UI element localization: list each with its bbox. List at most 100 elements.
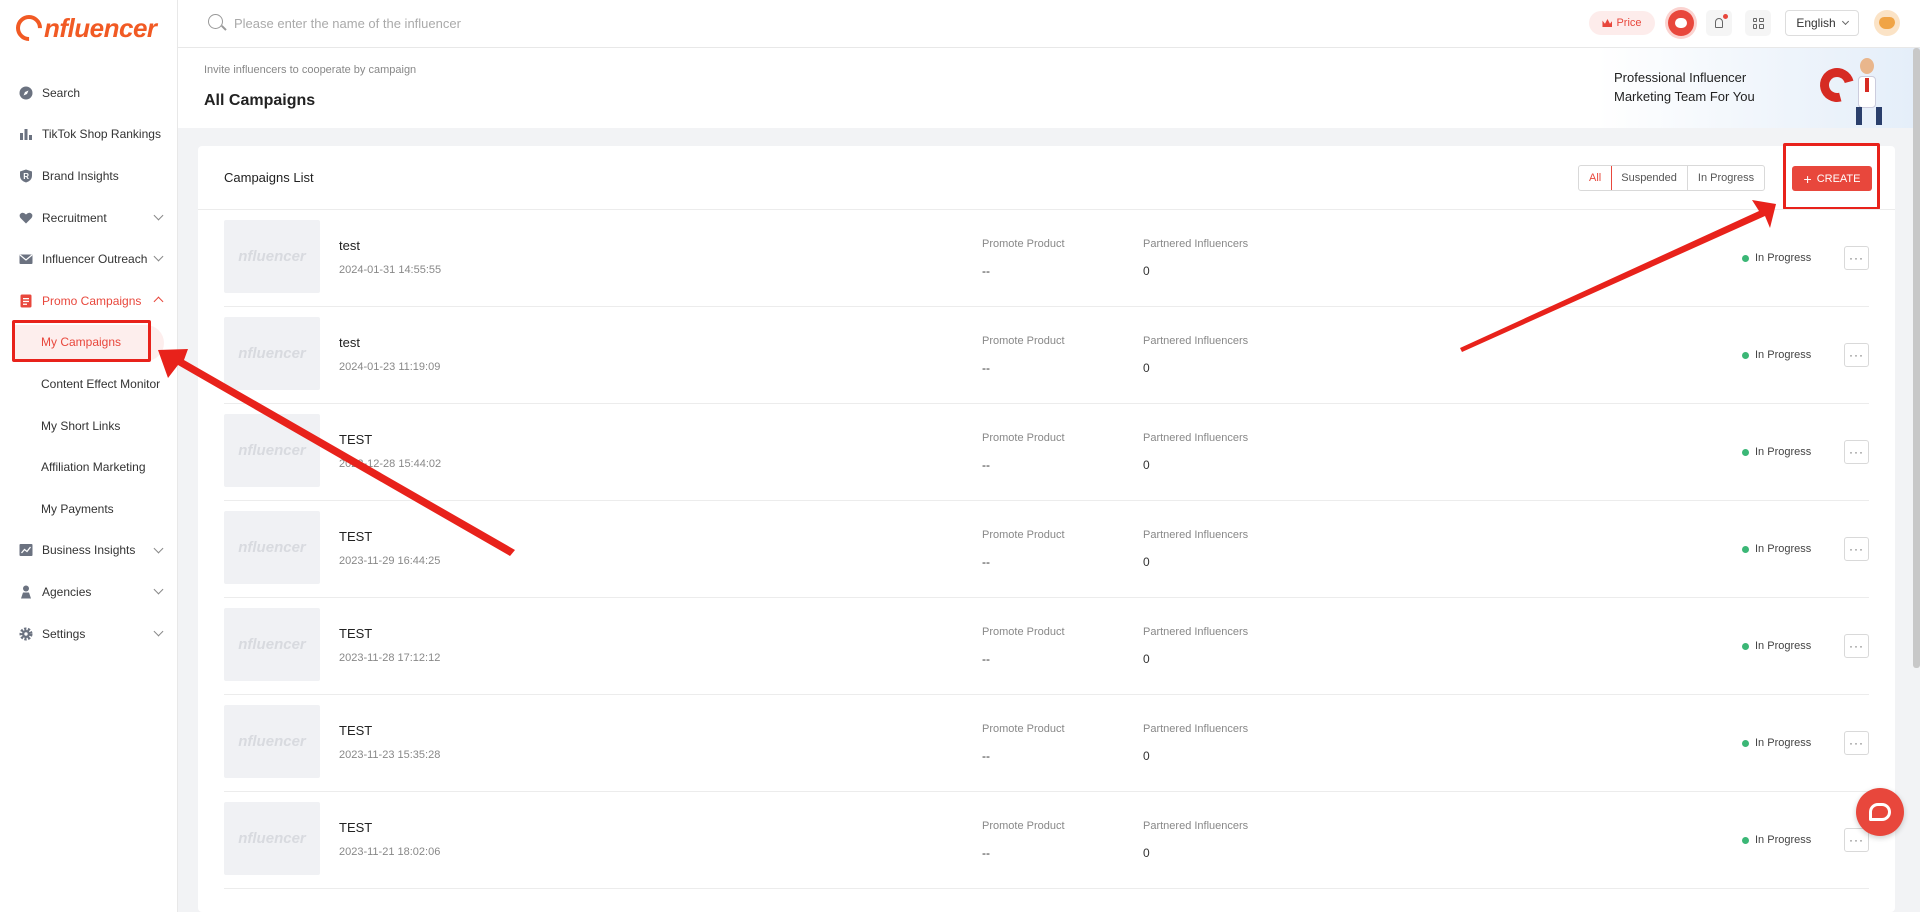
create-label: CREATE [1816,172,1861,185]
status-badge: In Progress [1742,737,1811,749]
sidebar-item-label: Agencies [42,584,92,599]
chat-bubble-icon [1675,18,1687,28]
compass-icon [18,85,33,100]
more-actions-button[interactable]: ··· [1844,440,1869,464]
sidebar-nav: Search TikTok Shop Rankings R Brand Insi… [0,72,178,654]
banner-line-1: Professional Influencer [1614,70,1747,85]
sidebar: nfluencer Search TikTok Shop Rankings R … [0,0,178,912]
message-button[interactable] [1668,10,1694,36]
campaign-thumbnail: nfluencer [224,317,320,390]
page-subtitle: Invite influencers to cooperate by campa… [204,64,417,76]
more-actions-button[interactable]: ··· [1844,246,1869,270]
sidebar-subitem-my-campaigns[interactable]: My Campaigns [0,322,178,364]
chevron-down-icon [153,251,164,262]
campaign-date: 2024-01-23 11:19:09 [339,361,441,373]
avatar[interactable] [1874,10,1900,36]
status-badge: In Progress [1742,252,1811,264]
logo-mark-icon [10,9,48,47]
more-actions-button[interactable]: ··· [1844,634,1869,658]
sidebar-subitem-affiliation-marketing[interactable]: Affiliation Marketing [0,446,178,488]
status-badge: In Progress [1742,349,1811,361]
status-badge: In Progress [1742,543,1811,555]
campaign-name[interactable]: test [339,238,360,253]
notification-dot [1723,14,1728,19]
status-label: In Progress [1755,834,1812,846]
partnered-influencers-label: Partnered Influencers [1143,626,1249,638]
campaign-name[interactable]: test [339,335,360,350]
filter-all[interactable]: All [1579,166,1613,190]
bell-icon [1715,18,1723,28]
promote-product-label: Promote Product [982,432,1065,444]
sidebar-subitem-content-effect-monitor[interactable]: Content Effect Monitor [0,363,178,405]
sidebar-subitem-my-payments[interactable]: My Payments [0,488,178,530]
status-badge: In Progress [1742,834,1811,846]
filter-suspended[interactable]: Suspended [1611,166,1688,190]
partnered-influencers-value: 0 [1143,264,1150,278]
campaign-name[interactable]: TEST [339,723,372,738]
sidebar-item-brand-insights[interactable]: R Brand Insights [0,155,178,197]
promote-product-value: -- [982,555,990,569]
sidebar-item-business-insights[interactable]: Business Insights [0,530,178,572]
status-dot-icon [1742,545,1749,553]
sidebar-item-agencies[interactable]: Agencies [0,571,178,613]
partnered-influencers-value: 0 [1143,749,1150,763]
partnered-influencers-value: 0 [1143,846,1150,860]
sidebar-item-tiktok-shop-rankings[interactable]: TikTok Shop Rankings [0,114,178,156]
language-label: English [1796,16,1836,30]
table-row[interactable]: nfluencer test 2024-01-23 11:19:09 Promote … [224,307,1869,404]
sidebar-item-recruitment[interactable]: Recruitment [0,197,178,239]
sidebar-item-label: Brand Insights [42,168,119,183]
notification-button[interactable] [1706,10,1732,36]
create-button[interactable]: + CREATE [1792,166,1872,191]
table-row[interactable]: nfluencer test 2024-01-31 14:55:55 Promote … [224,210,1869,307]
more-actions-button[interactable]: ··· [1844,537,1869,561]
help-chat-button[interactable] [1856,788,1904,836]
partnered-influencers-label: Partnered Influencers [1143,432,1249,444]
campaign-name[interactable]: TEST [339,529,372,544]
promote-product-value: -- [982,846,990,860]
more-actions-button[interactable]: ··· [1844,343,1869,367]
sidebar-item-promo-campaigns[interactable]: Promo Campaigns [0,280,178,322]
price-label: Price [1616,17,1642,29]
language-select[interactable]: English [1785,10,1859,36]
campaign-date: 2023-11-29 16:44:25 [339,555,441,567]
logo-text: nfluencer [44,12,157,43]
search-input[interactable] [234,12,734,34]
promote-product-label: Promote Product [982,626,1065,638]
promo-banner[interactable]: Professional Influencer Marketing Team F… [1598,48,1920,128]
sidebar-item-settings[interactable]: Settings [0,613,178,655]
promote-product-label: Promote Product [982,529,1065,541]
campaign-date: 2024-01-31 14:55:55 [339,264,442,276]
campaign-name[interactable]: TEST [339,626,372,641]
partnered-influencers-value: 0 [1143,361,1150,375]
status-badge: In Progress [1742,640,1811,652]
status-dot-icon [1742,448,1749,456]
table-row[interactable]: nfluencer TEST 2023-11-23 15:35:28 Promote … [224,695,1869,792]
table-row[interactable]: nfluencer TEST 2023-11-28 17:12:12 Promote … [224,598,1869,695]
page-title: All Campaigns [204,92,316,109]
heart-icon [18,210,33,225]
table-row[interactable]: nfluencer TEST 2023-11-29 16:44:25 Promote … [224,501,1869,598]
campaign-date: 2023-11-21 18:02:06 [339,846,441,858]
brand-shield-icon: R [18,168,33,183]
more-actions-button[interactable]: ··· [1844,731,1869,755]
chevron-down-icon [153,543,164,553]
scrollbar[interactable] [1913,48,1920,668]
apps-button[interactable] [1745,10,1771,36]
table-row[interactable]: nfluencer TEST 2023-12-28 15:44:02 Promote … [224,404,1869,501]
svg-text:R: R [23,172,29,181]
chat-support-icon [1869,803,1891,821]
table-row[interactable]: nfluencer TEST 2023-11-21 18:02:06 Promote … [224,792,1869,889]
campaign-name[interactable]: TEST [339,820,372,835]
app-logo[interactable]: nfluencer [10,9,157,47]
sidebar-subitem-my-short-links[interactable]: My Short Links [0,405,178,447]
sidebar-item-search[interactable]: Search [0,72,178,114]
partnered-influencers-label: Partnered Influencers [1143,335,1249,347]
sidebar-item-influencer-outreach[interactable]: Influencer Outreach [0,238,178,280]
campaigns-card: Campaigns List All Suspended In Progress… [198,143,1895,912]
price-button[interactable]: Price [1589,11,1655,35]
filter-in-progress[interactable]: In Progress [1688,166,1764,190]
campaign-name[interactable]: TEST [339,432,372,447]
campaign-thumbnail: nfluencer [224,608,320,681]
crown-icon [1602,19,1613,27]
